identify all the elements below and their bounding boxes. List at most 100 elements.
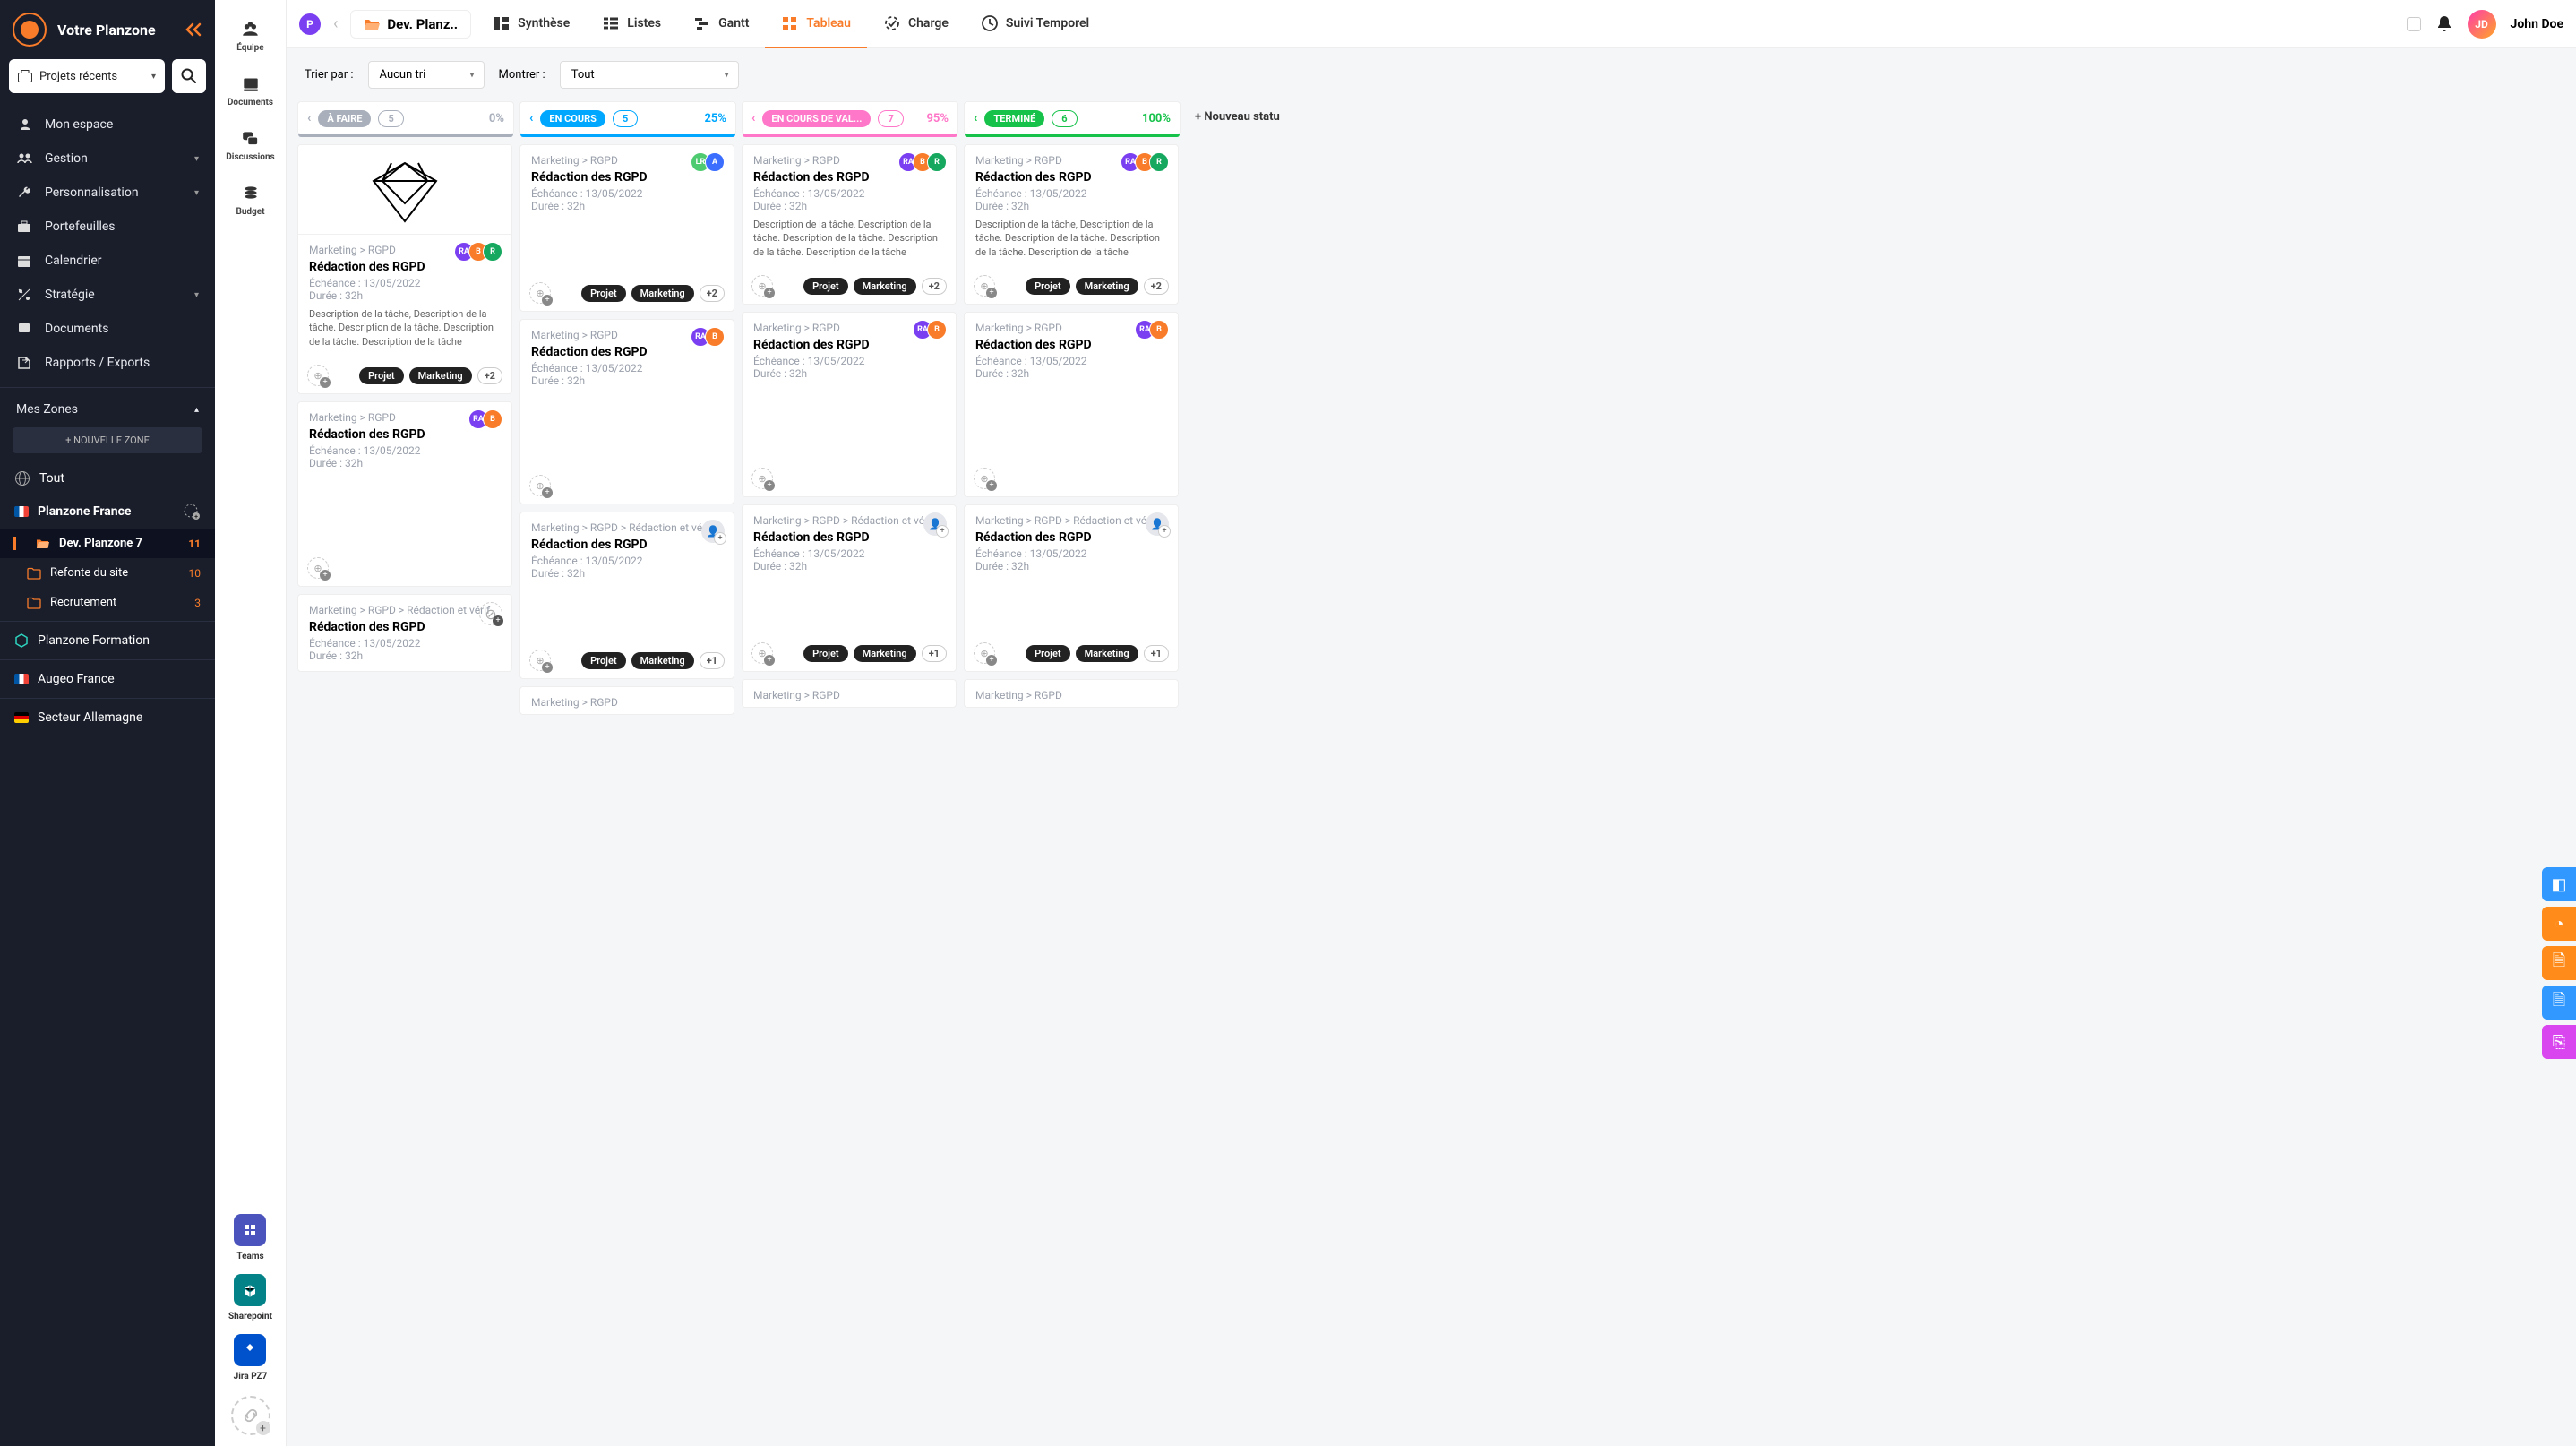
- more-tags[interactable]: +2: [1144, 278, 1169, 295]
- task-card[interactable]: Marketing > RGPDRABRédaction des RGPDÉch…: [297, 401, 512, 587]
- task-card[interactable]: Marketing > RGPDRABRédaction des RGPDÉch…: [742, 312, 957, 497]
- task-card[interactable]: Marketing > RGPD > Rédaction et vérif👤Ré…: [519, 512, 734, 679]
- tag[interactable]: Marketing: [409, 367, 472, 384]
- zone-france[interactable]: Planzone France +: [0, 495, 215, 529]
- tag[interactable]: Projet: [359, 367, 404, 384]
- zone-augeo[interactable]: Augeo France: [0, 664, 215, 694]
- breadcrumb-current[interactable]: Dev. Planz..: [350, 10, 471, 39]
- tab-charge[interactable]: Charge: [867, 0, 965, 48]
- zone-all[interactable]: Tout: [0, 462, 215, 495]
- fab-orange-doc[interactable]: 🗎: [2542, 946, 2576, 980]
- task-card[interactable]: Marketing > RGPDRABRRédaction des RGPDÉc…: [964, 144, 1179, 305]
- tag[interactable]: Projet: [803, 645, 848, 662]
- sort-select[interactable]: Aucun tri: [368, 61, 485, 89]
- project-tab-discussions[interactable]: Discussions: [220, 118, 279, 173]
- tag[interactable]: Projet: [1026, 278, 1070, 295]
- task-card[interactable]: Marketing > RGPD > Rédaction et vérif👤Ré…: [742, 504, 957, 672]
- integration-sharepoint[interactable]: Sharepoint: [228, 1269, 272, 1321]
- tag[interactable]: Projet: [581, 652, 626, 669]
- sidebar-item-personnalisation[interactable]: Personnalisation▾: [0, 176, 215, 210]
- zone-formation[interactable]: Planzone Formation: [0, 625, 215, 656]
- search-button[interactable]: [172, 59, 206, 93]
- add-link-icon[interactable]: ⊕: [529, 475, 551, 496]
- task-card[interactable]: Marketing > RGPD: [964, 679, 1179, 708]
- add-link-icon[interactable]: ⊕: [751, 642, 773, 664]
- tab-suivitemporel[interactable]: Suivi Temporel: [965, 0, 1105, 48]
- task-card[interactable]: Marketing > RGPD > Rédaction et vérif👤Ré…: [964, 504, 1179, 672]
- column-header[interactable]: ‹ À FAIRE 5 0%: [297, 101, 514, 135]
- task-card[interactable]: Marketing > RGPD: [519, 686, 734, 715]
- task-card[interactable]: Marketing > RGPDRABRRédaction des RGPDÉc…: [742, 144, 957, 305]
- user-avatar[interactable]: JD: [2468, 10, 2496, 39]
- task-card[interactable]: Marketing > RGPD > Rédaction et vérif⊘Ré…: [297, 594, 512, 672]
- add-link-icon[interactable]: ⊕: [751, 468, 773, 489]
- header-checkbox[interactable]: [2407, 17, 2421, 31]
- zone-folder[interactable]: Refonte du site10: [0, 558, 215, 588]
- sidebar-item-documents[interactable]: Documents: [0, 312, 215, 346]
- task-card[interactable]: Marketing > RGPDLRARédaction des RGPDÉch…: [519, 144, 734, 312]
- add-assignee-button[interactable]: ⊘: [479, 602, 502, 625]
- tag[interactable]: Marketing: [1076, 645, 1138, 662]
- sidebar-item-portefeuilles[interactable]: Portefeuilles: [0, 210, 215, 244]
- tag[interactable]: Marketing: [1076, 278, 1138, 295]
- add-link-icon[interactable]: ⊕: [974, 468, 995, 489]
- task-card[interactable]: Marketing > RGPDRABRRédaction des RGPDÉc…: [297, 144, 512, 394]
- recent-projects-select[interactable]: Projets récents ▾: [9, 59, 165, 93]
- project-tab-documents[interactable]: Documents: [220, 64, 279, 118]
- more-tags[interactable]: +2: [477, 367, 502, 384]
- task-card[interactable]: Marketing > RGPD: [742, 679, 957, 708]
- tag[interactable]: Projet: [803, 278, 848, 295]
- tab-synthèse[interactable]: Synthèse: [477, 0, 586, 48]
- add-link-icon[interactable]: ⊕: [529, 282, 551, 304]
- more-tags[interactable]: +1: [700, 652, 725, 669]
- add-link-icon[interactable]: ⊕: [307, 365, 329, 386]
- sidebar-item-gestion[interactable]: Gestion▾: [0, 142, 215, 176]
- column-header[interactable]: ‹ EN COURS 5 25%: [519, 101, 736, 135]
- sidebar-item-rapportsexports[interactable]: Rapports / Exports: [0, 346, 215, 380]
- add-link-icon[interactable]: ⊕: [974, 275, 995, 297]
- tag[interactable]: Marketing: [631, 652, 694, 669]
- notifications-button[interactable]: [2435, 14, 2453, 34]
- tab-tableau[interactable]: Tableau: [765, 0, 867, 48]
- more-tags[interactable]: +2: [700, 285, 725, 302]
- add-assignee-button[interactable]: 👤: [923, 512, 947, 536]
- breadcrumb-back-button[interactable]: ‹: [326, 14, 345, 33]
- tag[interactable]: Projet: [581, 285, 626, 302]
- integration-teams[interactable]: Teams: [234, 1209, 266, 1261]
- project-tab-budget[interactable]: Budget: [220, 173, 279, 228]
- sidebar-item-calendrier[interactable]: Calendrier: [0, 244, 215, 278]
- zone-folder[interactable]: Recrutement3: [0, 588, 215, 617]
- add-link-icon[interactable]: ⊕: [529, 650, 551, 671]
- tab-gantt[interactable]: Gantt: [677, 0, 765, 48]
- collapse-sidebar-button[interactable]: [185, 22, 202, 37]
- more-tags[interactable]: +1: [1144, 645, 1169, 662]
- task-card[interactable]: Marketing > RGPDRABRédaction des RGPDÉch…: [519, 319, 734, 504]
- tab-listes[interactable]: Listes: [586, 0, 677, 48]
- zone-allemagne[interactable]: Secteur Allemagne: [0, 702, 215, 733]
- fab-blue[interactable]: ◧: [2542, 867, 2576, 901]
- show-select[interactable]: Tout: [560, 61, 739, 89]
- column-header[interactable]: ‹ EN COURS DE VAL... 7 95%: [742, 101, 958, 135]
- zone-folder[interactable]: Dev. Planzone 711: [0, 529, 215, 558]
- fab-blue-doc[interactable]: 🗎: [2542, 986, 2576, 1020]
- zones-header[interactable]: Mes Zones ▴: [0, 392, 215, 424]
- add-assignee-button[interactable]: 👤: [701, 520, 725, 543]
- sidebar-item-stratgie[interactable]: Stratégie▾: [0, 278, 215, 312]
- add-link-icon[interactable]: ⊕: [751, 275, 773, 297]
- more-tags[interactable]: +1: [922, 645, 947, 662]
- add-integration-button[interactable]: [231, 1396, 270, 1435]
- add-assignee-button[interactable]: 👤: [1146, 512, 1169, 536]
- tag[interactable]: Marketing: [631, 285, 694, 302]
- more-tags[interactable]: +2: [922, 278, 947, 295]
- add-link-icon[interactable]: ⊕: [307, 557, 329, 579]
- fab-export[interactable]: ⎘: [2542, 1025, 2576, 1059]
- add-status-button[interactable]: + Nouveau statu: [1186, 101, 1289, 1435]
- project-tab-équipe[interactable]: Équipe: [220, 9, 279, 64]
- column-header[interactable]: ‹ TERMINÉ 6 100%: [964, 101, 1181, 135]
- fab-orange[interactable]: ◔: [2542, 907, 2576, 941]
- add-link-icon[interactable]: ⊕: [974, 642, 995, 664]
- tag[interactable]: Marketing: [854, 645, 916, 662]
- task-card[interactable]: Marketing > RGPDRABRédaction des RGPDÉch…: [964, 312, 1179, 497]
- new-zone-button[interactable]: + NOUVELLE ZONE: [13, 427, 202, 453]
- tag[interactable]: Marketing: [854, 278, 916, 295]
